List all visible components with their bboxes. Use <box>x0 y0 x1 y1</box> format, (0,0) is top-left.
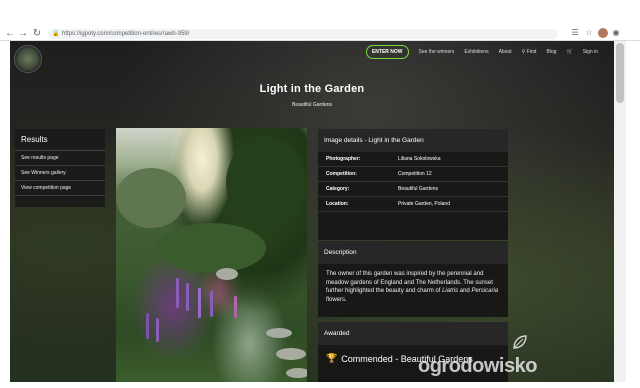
results-heading: Results <box>21 135 48 144</box>
detail-row: Category: Beautiful Gardens <box>318 182 508 197</box>
url-text: https://igpoty.com/competition-entries/r… <box>62 31 190 37</box>
garden-stone <box>216 268 238 280</box>
detail-row: Competition: Competition 12 <box>318 167 508 182</box>
address-bar[interactable]: 🔒 https://igpoty.com/competition-entries… <box>48 29 558 39</box>
detail-row: Photographer: Liliana Sokolowska <box>318 152 508 167</box>
see-winners-gallery-link[interactable]: See Winners gallery <box>15 166 105 181</box>
top-navigation: ENTER NOW See the winners Exhibitions Ab… <box>365 45 598 59</box>
nav-link-exhibitions[interactable]: Exhibitions <box>464 49 488 55</box>
flower-spike <box>146 313 149 339</box>
nav-link-blog[interactable]: Blog <box>546 49 556 55</box>
translate-icon[interactable]: ☰ <box>570 28 580 38</box>
flower-spike <box>210 291 213 317</box>
flower-spike <box>198 288 201 318</box>
leaf-icon <box>513 335 527 349</box>
detail-row: Location: Private Garden, Poland <box>318 197 508 212</box>
awarded-heading: Awarded <box>318 322 508 345</box>
trophy-icon: 🏆 <box>326 353 338 363</box>
enter-now-button[interactable]: ENTER NOW <box>365 45 409 59</box>
garden-stone <box>286 368 307 378</box>
page-subtitle: Beautiful Gardens <box>291 102 333 108</box>
extension-icon[interactable]: ◉ <box>611 28 621 38</box>
lock-icon: 🔒 <box>52 31 60 37</box>
flower-spike <box>176 278 179 308</box>
nav-link-signin[interactable]: Sign in <box>583 49 598 55</box>
scrollbar-thumb[interactable] <box>616 43 624 103</box>
web-page: ENTER NOW See the winners Exhibitions Ab… <box>10 41 614 382</box>
back-icon[interactable]: ← <box>4 27 16 40</box>
watermark: ogrodowisko <box>418 355 537 377</box>
nav-link-find[interactable]: ⚲ Find <box>522 49 537 55</box>
description-heading: Description <box>318 241 508 264</box>
cart-icon[interactable]: 🛒 <box>566 49 572 55</box>
results-panel: Results See results page See Winners gal… <box>15 129 105 207</box>
image-details-panel: Image details - Light in the Garden Phot… <box>318 129 508 240</box>
view-competition-link[interactable]: View competition page <box>15 181 105 196</box>
flower-spike <box>186 283 189 311</box>
search-icon: ⚲ <box>521 49 526 55</box>
forward-icon[interactable]: → <box>17 27 29 40</box>
page-title: Light in the Garden <box>259 83 365 95</box>
garden-stone <box>266 328 292 338</box>
nav-link-about[interactable]: About <box>499 49 512 55</box>
image-details-heading: Image details - Light in the Garden <box>318 129 508 152</box>
description-text: The owner of this garden was inspired by… <box>326 271 499 303</box>
reload-icon[interactable]: ↻ <box>31 27 43 40</box>
willow-tree <box>116 168 186 228</box>
site-logo[interactable] <box>14 45 42 73</box>
description-panel: Description The owner of this garden was… <box>318 241 508 317</box>
flower-spike <box>234 296 237 318</box>
garden-stone <box>276 348 306 360</box>
flower-spike <box>156 318 159 342</box>
competition-photo[interactable] <box>116 128 307 382</box>
shrub <box>156 223 266 273</box>
nav-link-winners[interactable]: See the winners <box>419 49 455 55</box>
see-results-link[interactable]: See results page <box>15 151 105 166</box>
tree-canopy <box>226 138 306 228</box>
bookmark-star-icon[interactable]: ☆ <box>584 28 594 38</box>
profile-avatar[interactable] <box>598 28 608 38</box>
